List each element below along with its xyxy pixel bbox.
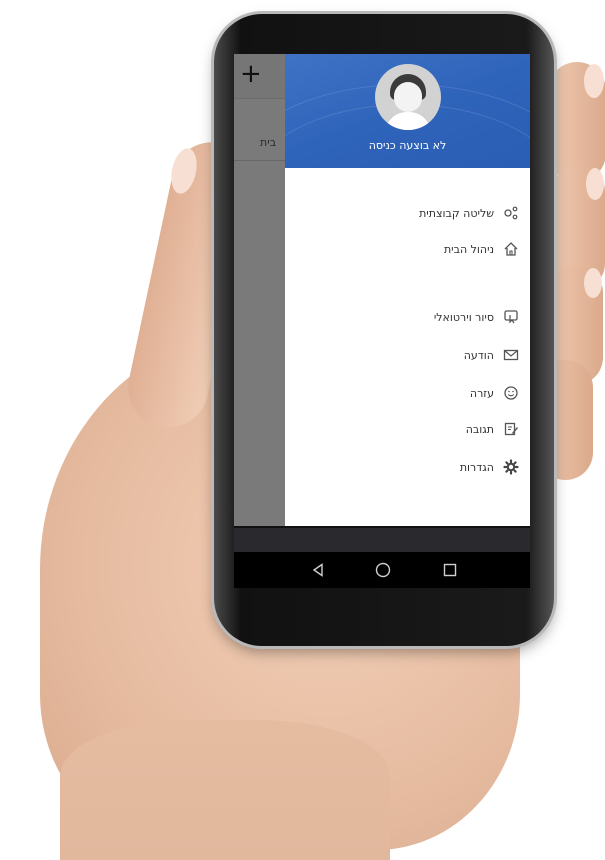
group-control-icon — [502, 204, 520, 222]
fingernail — [584, 64, 604, 98]
avatar[interactable] — [375, 64, 441, 130]
menu-item-label: עזרה — [469, 386, 494, 400]
menu-item-group-control[interactable]: שליטה קבוצתית — [419, 202, 520, 224]
feedback-icon — [502, 420, 520, 438]
mail-icon — [502, 346, 520, 364]
drawer-header: לא בוצעה כניסה — [285, 54, 530, 168]
login-status-text[interactable]: לא בוצעה כניסה — [285, 139, 530, 152]
menu-item-label: תגובה — [465, 422, 494, 436]
menu-item-label: ניהול הבית — [443, 242, 494, 256]
home-circle-icon[interactable] — [371, 558, 395, 582]
menu-item-help[interactable]: עזרה — [470, 382, 520, 404]
menu-item-label: הגדרות — [459, 460, 494, 474]
menu-item-label: סיור וירטואלי — [433, 310, 494, 324]
fingernail — [584, 268, 602, 298]
virtual-tour-icon — [502, 308, 520, 326]
recents-icon[interactable] — [438, 558, 462, 582]
fingernail — [586, 168, 604, 200]
menu-item-home-management[interactable]: ניהול הבית — [444, 238, 520, 260]
menu-item-feedback[interactable]: תגובה — [466, 418, 520, 440]
gear-icon — [502, 458, 520, 476]
menu-item-message[interactable]: הודעה — [464, 344, 520, 366]
hand-wrist — [60, 720, 390, 860]
menu-item-settings[interactable]: הגדרות — [460, 456, 520, 478]
menu-item-label: שליטה קבוצתית — [419, 206, 494, 220]
menu-item-label: הודעה — [463, 348, 494, 362]
back-icon[interactable] — [306, 558, 330, 582]
home-icon — [502, 240, 520, 258]
phone-screen: + בית לא בוצעה כניסה שליטה קבוצתית — [234, 54, 530, 552]
menu-item-virtual-tour[interactable]: סיור וירטואלי — [434, 306, 520, 328]
bottom-strip — [234, 526, 530, 552]
navigation-bar — [234, 552, 530, 588]
smiley-icon — [502, 384, 520, 402]
navigation-drawer: לא בוצעה כניסה שליטה קבוצתית ניהול הבית … — [285, 54, 530, 526]
